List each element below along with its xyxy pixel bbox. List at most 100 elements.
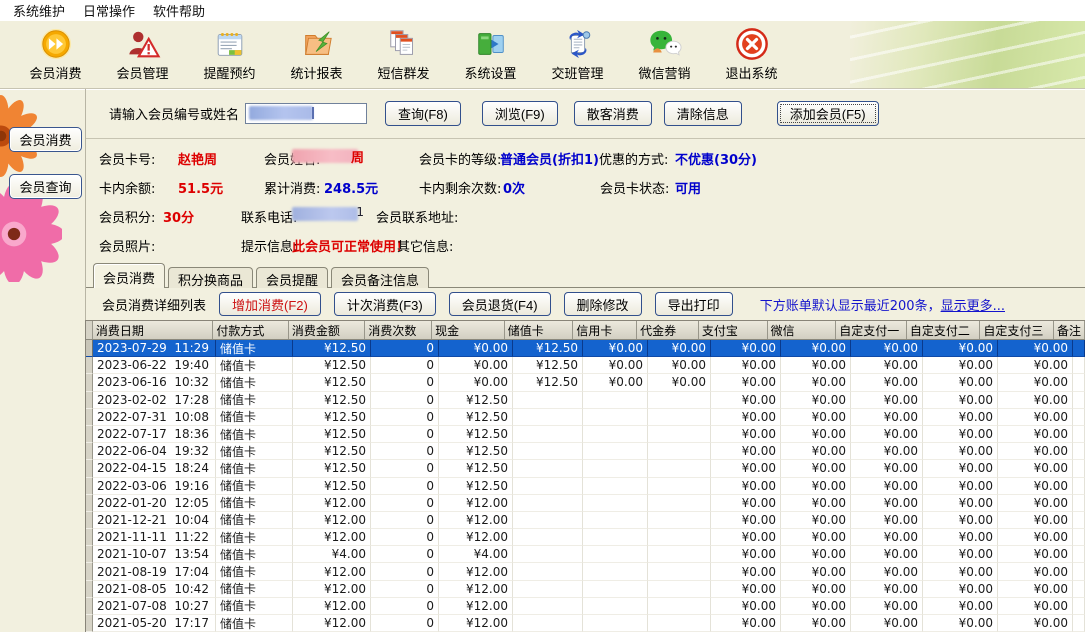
toolbar-member-consume[interactable]: 会员消费 — [12, 21, 99, 88]
sidebar-member-consume[interactable]: 会员消费 — [9, 127, 82, 152]
menu-system-maintenance[interactable]: 系统维护 — [4, 0, 74, 22]
column-header[interactable]: 代金券 — [637, 321, 699, 339]
show-more-link[interactable]: 显示更多... — [941, 299, 1005, 314]
member-field-label: 优惠的方式: — [599, 149, 668, 168]
toolbar-reports[interactable]: 统计报表 — [273, 21, 360, 88]
clear-info-button[interactable]: 清除信息 — [664, 101, 742, 126]
browse-button[interactable]: 浏览(F9) — [482, 101, 558, 126]
table-cell: 0 — [371, 374, 439, 391]
table-row[interactable]: 2022-03-06 19:16储值卡¥12.500¥12.50¥0.00¥0.… — [86, 478, 1085, 495]
toolbar-exit[interactable]: 退出系统 — [708, 21, 795, 88]
table-row[interactable]: 2022-01-20 12:05储值卡¥12.000¥12.00¥0.00¥0.… — [86, 495, 1085, 512]
column-header[interactable]: 微信 — [768, 321, 837, 339]
column-header[interactable]: 消费次数 — [365, 321, 432, 339]
redaction-blur — [292, 207, 358, 221]
table-cell: ¥0.00 — [781, 615, 851, 632]
export-print-button[interactable]: 导出打印 — [655, 292, 733, 316]
toolbar-settings[interactable]: 系统设置 — [447, 21, 534, 88]
toolbar-shift[interactable]: 交班管理 — [534, 21, 621, 88]
table-cell: ¥0.00 — [781, 340, 851, 357]
table-row[interactable]: 2021-07-08 10:27储值卡¥12.000¥12.00¥0.00¥0.… — [86, 598, 1085, 615]
table-row[interactable]: 2023-06-22 19:40储值卡¥12.500¥0.00¥12.50¥0.… — [86, 357, 1085, 374]
column-header[interactable]: 自定支付一 — [836, 321, 907, 339]
tab-member-consume[interactable]: 会员消费 — [93, 263, 165, 288]
sidebar: 会员消费会员查询 — [0, 89, 86, 632]
table-row[interactable]: 2021-05-20 17:17储值卡¥12.000¥12.00¥0.00¥0.… — [86, 615, 1085, 632]
toolbar-shift-label: 交班管理 — [551, 63, 603, 82]
table-cell — [648, 426, 711, 443]
tab-points-exchange[interactable]: 积分换商品 — [168, 267, 253, 288]
table-cell: ¥0.00 — [711, 340, 781, 357]
count-consume-button[interactable]: 计次消费(F3) — [334, 292, 436, 316]
query-button[interactable]: 查询(F8) — [385, 101, 461, 126]
table-row[interactable]: 2021-08-19 17:04储值卡¥12.000¥12.00¥0.00¥0.… — [86, 563, 1085, 580]
table-row[interactable]: 2023-02-02 17:28储值卡¥12.500¥12.50¥0.00¥0.… — [86, 392, 1085, 409]
table-cell: ¥0.00 — [781, 443, 851, 460]
toolbar-reminder[interactable]: 提醒预约 — [186, 21, 273, 88]
table-row[interactable]: 2022-04-15 18:24储值卡¥12.500¥12.50¥0.00¥0.… — [86, 460, 1085, 477]
table-cell — [1073, 495, 1085, 512]
table-cell — [1073, 563, 1085, 580]
table-cell: ¥12.50 — [513, 357, 583, 374]
table-row[interactable]: 2021-11-11 11:22储值卡¥12.000¥12.00¥0.00¥0.… — [86, 529, 1085, 546]
table-cell: 0 — [371, 426, 439, 443]
table-cell: ¥0.00 — [998, 478, 1073, 495]
table-cell: ¥4.00 — [439, 546, 513, 563]
tab-member-reminder[interactable]: 会员提醒 — [256, 267, 328, 288]
table-cell: ¥0.00 — [781, 598, 851, 615]
add-consume-button[interactable]: 增加消费(F2) — [219, 292, 321, 316]
column-header[interactable]: 信用卡 — [573, 321, 637, 339]
table-cell: ¥0.00 — [851, 392, 923, 409]
table-cell: ¥0.00 — [711, 581, 781, 598]
table-cell: ¥0.00 — [781, 512, 851, 529]
grid-body[interactable]: 2023-07-29 11:29储值卡¥12.500¥0.00¥12.50¥0.… — [86, 340, 1085, 632]
table-row[interactable]: 2023-06-16 10:32储值卡¥12.500¥0.00¥12.50¥0.… — [86, 374, 1085, 391]
table-row[interactable]: 2022-06-04 19:32储值卡¥12.500¥12.50¥0.00¥0.… — [86, 443, 1085, 460]
table-cell — [1073, 598, 1085, 615]
table-row[interactable]: 2021-08-05 10:42储值卡¥12.000¥12.00¥0.00¥0.… — [86, 581, 1085, 598]
column-header[interactable]: 储值卡 — [505, 321, 574, 339]
table-row[interactable]: 2021-10-07 13:54储值卡¥4.000¥4.00¥0.00¥0.00… — [86, 546, 1085, 563]
table-cell — [648, 478, 711, 495]
table-cell: ¥0.00 — [923, 495, 998, 512]
member-field-value: 51.5元 — [178, 178, 223, 197]
table-cell: ¥0.00 — [781, 581, 851, 598]
toolbar-wechat[interactable]: 微信营销 — [621, 21, 708, 88]
column-header[interactable]: 消费日期 — [93, 321, 214, 339]
table-cell: ¥0.00 — [998, 409, 1073, 426]
table-cell: 2021-10-07 13:54 — [93, 546, 216, 563]
column-header[interactable]: 消费金额 — [289, 321, 365, 339]
sidebar-member-query[interactable]: 会员查询 — [9, 174, 82, 199]
search-input[interactable] — [245, 103, 367, 124]
menu-software-help[interactable]: 软件帮助 — [144, 0, 214, 22]
table-row[interactable]: 2022-07-31 10:08储值卡¥12.500¥12.50¥0.00¥0.… — [86, 409, 1085, 426]
table-row[interactable]: 2022-07-17 18:36储值卡¥12.500¥12.50¥0.00¥0.… — [86, 426, 1085, 443]
table-cell: 0 — [371, 615, 439, 632]
column-header[interactable]: 现金 — [432, 321, 505, 339]
toolbar-sms[interactable]: 短信群发 — [360, 21, 447, 88]
tab-member-notes[interactable]: 会员备注信息 — [331, 267, 429, 288]
redacted-value: 1 — [292, 207, 364, 222]
table-cell: ¥12.50 — [513, 340, 583, 357]
column-header[interactable]: 付款方式 — [213, 321, 289, 339]
delete-edit-button[interactable]: 删除修改 — [564, 292, 642, 316]
table-cell: ¥12.50 — [439, 392, 513, 409]
table-cell: 储值卡 — [216, 478, 293, 495]
redacted-search-value — [249, 106, 313, 120]
column-header[interactable]: 备注 — [1054, 321, 1085, 339]
table-cell: 0 — [371, 340, 439, 357]
member-refund-button[interactable]: 会员退货(F4) — [449, 292, 551, 316]
table-cell: ¥12.00 — [439, 529, 513, 546]
column-header[interactable]: 支付宝 — [699, 321, 768, 339]
menu-daily-operations[interactable]: 日常操作 — [74, 0, 144, 22]
table-cell: ¥12.00 — [439, 598, 513, 615]
walkin-consume-button[interactable]: 散客消费 — [574, 101, 652, 126]
table-cell — [1073, 546, 1085, 563]
table-cell — [1073, 615, 1085, 632]
table-row[interactable]: 2023-07-29 11:29储值卡¥12.500¥0.00¥12.50¥0.… — [86, 340, 1085, 357]
toolbar-member-manage[interactable]: 会员管理 — [99, 21, 186, 88]
table-row[interactable]: 2021-12-21 10:04储值卡¥12.000¥12.00¥0.00¥0.… — [86, 512, 1085, 529]
column-header[interactable]: 自定支付三 — [980, 321, 1054, 339]
add-member-button[interactable]: 添加会员(F5) — [777, 101, 879, 126]
column-header[interactable]: 自定支付二 — [907, 321, 981, 339]
